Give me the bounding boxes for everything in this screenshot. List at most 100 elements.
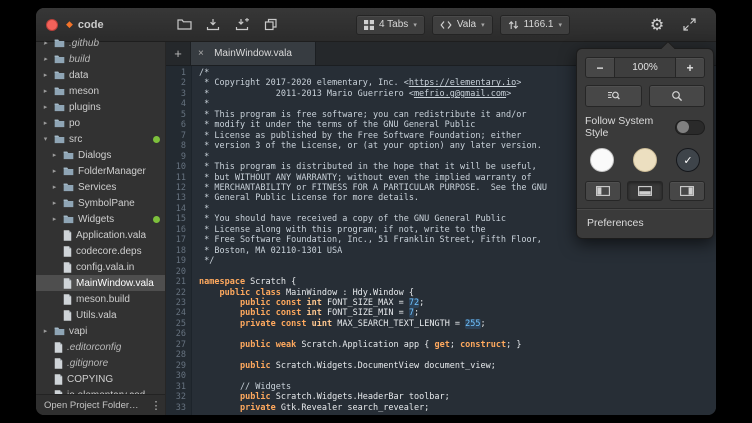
tree-file-Application.vala[interactable]: Application.vala — [36, 227, 165, 243]
zoom-out-button[interactable]: − — [585, 57, 615, 78]
kebab-menu-icon[interactable]: ⋮ — [149, 399, 163, 412]
tree-item-label: .editorconfig — [67, 342, 121, 353]
tree-folder-meson[interactable]: ▸meson — [36, 83, 165, 99]
open-project-folder-button[interactable]: Open Project Folder… — [44, 400, 149, 411]
code-line: namespace Scratch { — [199, 277, 716, 287]
chevron-right-icon[interactable]: ▸ — [41, 71, 50, 79]
tree-file-.gitignore[interactable]: .gitignore — [36, 355, 165, 371]
follow-system-style-toggle[interactable] — [675, 120, 705, 135]
save-as-button[interactable] — [230, 14, 254, 36]
tree-folder-Services[interactable]: ▸Services — [36, 179, 165, 195]
file-icon — [63, 230, 72, 241]
gear-icon: ⚙ — [650, 15, 664, 35]
tree-file-COPYING[interactable]: COPYING — [36, 371, 165, 387]
style-light-option[interactable] — [590, 148, 614, 172]
tree-folder-Widgets[interactable]: ▸ Widgets — [36, 211, 165, 227]
tree-file-.editorconfig[interactable]: .editorconfig — [36, 339, 165, 355]
chevron-down-icon: ▾ — [413, 21, 417, 29]
layout-left-panel-button[interactable] — [585, 181, 621, 201]
toolbar: 4 Tabs ▾ Vala ▾ 1166.1 ▾ — [166, 14, 716, 36]
tree-folder-plugins[interactable]: ▸ plugins — [36, 99, 165, 115]
tree-folder-build[interactable]: ▸ build — [36, 51, 165, 67]
tree-file-codecore.deps[interactable]: codecore.deps — [36, 243, 165, 259]
global-search-button[interactable] — [649, 85, 706, 107]
chevron-right-icon[interactable]: ▸ — [41, 87, 50, 95]
tree-item-label: po — [69, 118, 80, 129]
tree-file-meson.build[interactable]: meson.build — [36, 291, 165, 307]
templates-button[interactable] — [259, 14, 283, 36]
tree-file-io.elementary.code.yml[interactable]: io.elementary.code.yml — [36, 387, 165, 394]
chevron-right-icon[interactable]: ▸ — [41, 55, 50, 63]
tree-folder-SymbolPane[interactable]: ▸SymbolPane — [36, 195, 165, 211]
open-folder-button[interactable] — [172, 14, 196, 36]
fullscreen-button[interactable] — [677, 14, 701, 36]
tree-folder-.github[interactable]: ▸.github — [36, 35, 165, 51]
chevron-down-icon[interactable]: ▾ — [41, 135, 50, 143]
zoom-in-button[interactable]: + — [675, 57, 705, 78]
line-number: 10 — [166, 162, 186, 172]
line-number: 23 — [166, 298, 186, 308]
layout-split-panel-button[interactable] — [627, 181, 663, 201]
chevron-right-icon[interactable]: ▸ — [50, 199, 59, 207]
folder-icon — [63, 150, 74, 160]
find-buttons-row — [585, 85, 705, 107]
tree-folder-vapi[interactable]: ▸vapi — [36, 323, 165, 339]
tab-close-icon[interactable]: × — [198, 48, 204, 59]
style-dark-option[interactable]: ✓ — [676, 148, 700, 172]
language-selector-button[interactable]: Vala ▾ — [432, 15, 493, 35]
tree-folder-src[interactable]: ▾src — [36, 131, 165, 147]
follow-system-style-label: Follow System Style — [585, 115, 675, 139]
line-number: 15 — [166, 214, 186, 224]
tab-mainwindow-vala[interactable]: × MainWindow.vala — [190, 42, 316, 65]
save-button[interactable] — [201, 14, 225, 36]
tree-file-Utils.vala[interactable]: Utils.vala — [36, 307, 165, 323]
file-icon — [54, 358, 63, 369]
tree-file-config.vala.in[interactable]: config.vala.in — [36, 259, 165, 275]
line-number: 28 — [166, 350, 186, 360]
tree-folder-po[interactable]: ▸ po — [36, 115, 165, 131]
chevron-right-icon[interactable]: ▸ — [50, 183, 59, 191]
tree-item-label: .gitignore — [67, 358, 108, 369]
tree-item-label: config.vala.in — [76, 262, 134, 273]
chevron-right-icon[interactable]: ▸ — [41, 39, 50, 47]
code-line — [199, 329, 716, 339]
line-number: 31 — [166, 382, 186, 392]
preferences-menu-item[interactable]: Preferences — [585, 215, 705, 230]
tree-item-label: Widgets — [78, 214, 114, 225]
tab-title: MainWindow.vala — [214, 48, 292, 59]
line-number: 21 — [166, 277, 186, 287]
chevron-right-icon[interactable]: ▸ — [41, 119, 50, 127]
tree-item-label: Application.vala — [76, 230, 146, 241]
style-sepia-option[interactable] — [633, 148, 657, 172]
follow-system-style-row: Follow System Style — [585, 115, 705, 139]
tree-folder-Dialogs[interactable]: ▸Dialogs — [36, 147, 165, 163]
chevron-right-icon[interactable]: ▸ — [50, 167, 59, 175]
find-in-document-button[interactable] — [585, 85, 642, 107]
tree-item-label: build — [69, 54, 90, 65]
line-number: 27 — [166, 340, 186, 350]
folder-icon — [63, 182, 74, 192]
chevron-right-icon[interactable]: ▸ — [50, 215, 59, 223]
tree-item-label: plugins — [69, 102, 101, 113]
layout-right-panel-button[interactable] — [669, 181, 705, 201]
line-number: 13 — [166, 193, 186, 203]
chevron-right-icon[interactable]: ▸ — [50, 151, 59, 159]
right-panel-icon — [680, 186, 694, 196]
tree-file-MainWindow.vala[interactable]: MainWindow.vala — [36, 275, 165, 291]
new-tab-button[interactable]: + — [166, 42, 190, 65]
tree-folder-FolderManager[interactable]: ▸FolderManager — [36, 163, 165, 179]
tabs-grid-icon — [364, 20, 374, 30]
tabs-overview-button[interactable]: 4 Tabs ▾ — [356, 15, 425, 35]
settings-popover: − 100% + — [576, 48, 714, 239]
file-icon — [54, 342, 63, 353]
tree-folder-data[interactable]: ▸data — [36, 67, 165, 83]
folder-icon — [63, 166, 74, 176]
chevron-right-icon[interactable]: ▸ — [41, 103, 50, 111]
settings-menu-button[interactable]: ⚙ — [645, 14, 669, 36]
window-close-button[interactable] — [46, 19, 58, 31]
toggle-knob — [677, 121, 689, 133]
goto-line-button[interactable]: 1166.1 ▾ — [500, 15, 570, 35]
file-icon — [63, 294, 72, 305]
chevron-right-icon[interactable]: ▸ — [41, 327, 50, 335]
line-number: 4 — [166, 99, 186, 109]
